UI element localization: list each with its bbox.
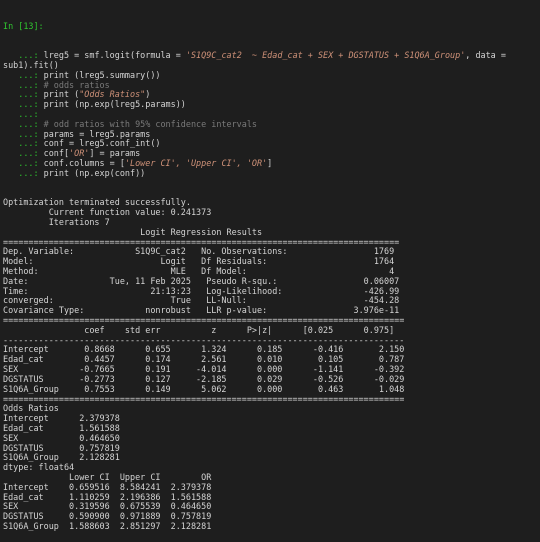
code-text: ] [267,158,273,168]
continuation-prompt: ...: [3,128,44,139]
output-block: Optimization terminated successfully. Cu… [3,197,540,532]
code-string: "Odds Ratios" [79,89,146,100]
continuation-prompt: ...: [3,79,44,90]
continuation-prompt: ...: [3,69,44,80]
continuation-prompt: ...: [3,50,44,61]
continuation-prompt: ...: [3,148,44,159]
code-text: ) [145,89,151,100]
code-line: ...: print (np.exp(lreg5.params)) [3,99,540,110]
code-string: 'OR' [69,148,90,159]
continuation-prompt: ...: [3,108,44,119]
code-text: sub1).fit() [3,59,59,70]
code-text: print (np.exp(conf)) [43,167,146,178]
continuation-prompt: ...: [3,167,44,178]
code-text: print ( [43,89,80,100]
code-text: print (lreg5.summary()) [43,69,161,80]
continuation-prompt: ...: [3,99,44,110]
continuation-prompt: ...: [3,158,44,168]
output-line: ========================================… [3,393,405,404]
code-text: , data = [465,50,506,61]
continuation-prompt: ...: [3,138,44,149]
code-comment: # odds ratios [43,79,110,90]
python-console[interactable]: In [13]: ...: lreg5 = smf.logit(formula … [0,0,540,542]
code-text: params = lreg5.params [43,128,151,139]
code-string: 'Lower CI', 'Upper CI', 'OR' [124,158,268,168]
output-line: S1Q6A_Group 2.128281 [3,452,120,463]
code-line: ...: print (np.exp(conf)) [3,167,540,179]
input-prompt: In [13]: [3,20,44,31]
continuation-prompt: ...: [3,118,44,129]
code-block: ...: lreg5 = smf.logit(formula = 'S1Q9C_… [3,50,540,179]
code-text: conf = lreg5.conf_int() [43,138,161,149]
code-text: conf[ [43,148,70,159]
code-text: conf.columns = [ [43,158,125,168]
continuation-prompt: ...: [3,89,44,100]
output-line: S1Q6A_Group 1.588603 2.851297 2.128281 [3,521,212,532]
code-text: ] = params [89,148,141,159]
input-prompt-line: In [13]: [3,20,540,32]
code-text: print (np.exp(lreg5.params)) [43,99,186,110]
code-text: lreg5 = smf.logit(formula = [43,50,186,61]
code-line: ...: lreg5 = smf.logit(formula = 'S1Q9C_… [3,50,540,61]
code-string: 'S1Q9C_cat2 ~ Edad_cat + SEX + DGSTATUS … [185,50,466,61]
code-comment: # odd ratios with 95% confidence interva… [43,118,257,129]
